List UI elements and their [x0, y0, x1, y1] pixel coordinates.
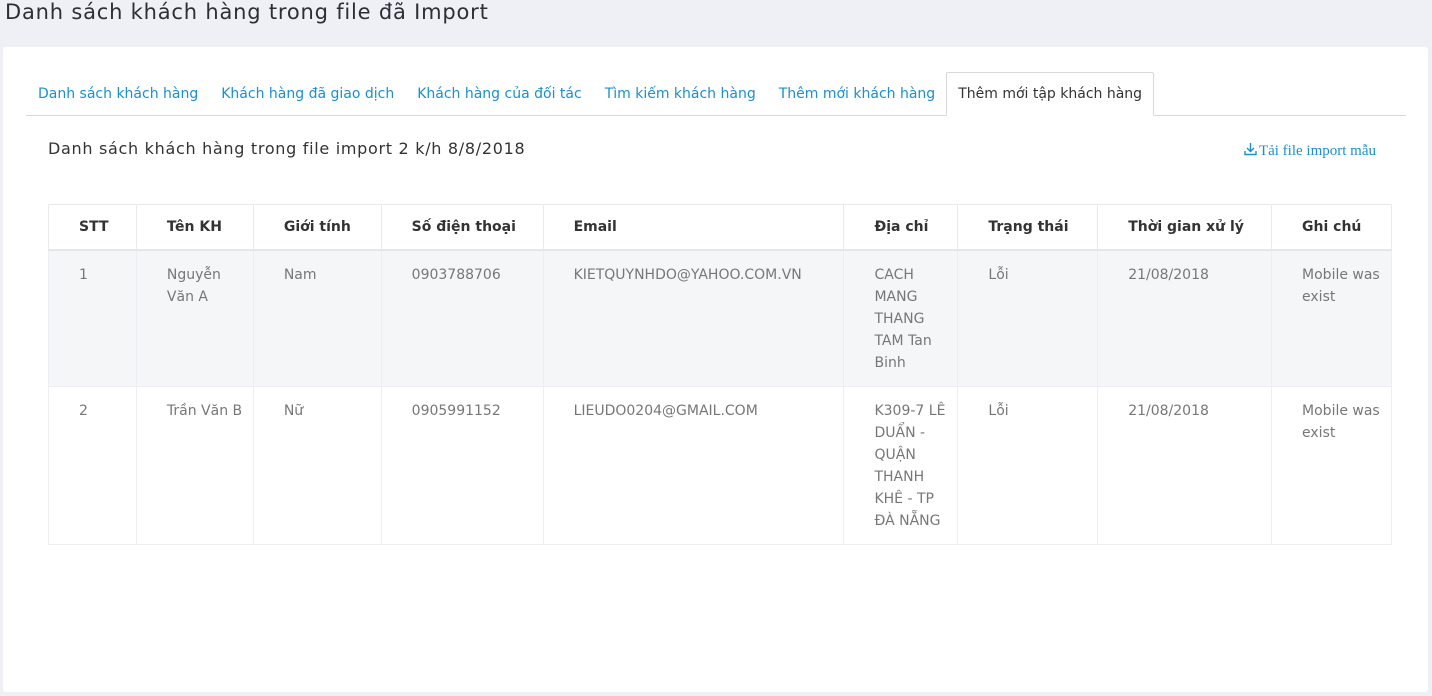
header-gender[interactable]: Giới tính — [252, 204, 382, 251]
main-card: Danh sách khách hàng Khách hàng đã giao … — [3, 47, 1428, 692]
header-address[interactable]: Địa chỉ — [843, 204, 959, 251]
tab-customer-list[interactable]: Danh sách khách hàng — [26, 85, 209, 115]
table-row[interactable]: 2 Trần Văn B Nữ 0905991152 LIEUDO0204@GM… — [48, 386, 1392, 545]
cell-note: Mobile was exist — [1271, 386, 1392, 545]
cell-address: CACH MANG THANG TAM Tan Binh — [843, 249, 959, 387]
cell-gender: Nữ — [252, 386, 382, 545]
header-stt[interactable]: STT — [48, 204, 137, 251]
cell-processed-at: 21/08/2018 — [1097, 386, 1273, 545]
cell-email: LIEUDO0204@GMAIL.COM — [542, 386, 845, 545]
cell-address: K309-7 LÊ DUẨN - QUẬN THANH KHÊ - TP ĐÀ … — [843, 386, 959, 545]
tab-bar: Danh sách khách hàng Khách hàng đã giao … — [26, 70, 1406, 116]
header-note[interactable]: Ghi chú — [1271, 204, 1392, 251]
import-table: STT Tên KH Giới tính Số điện thoại Email… — [48, 204, 1392, 545]
cell-status: Lỗi — [957, 386, 1099, 545]
download-template-link[interactable]: Tải file import mẫu — [1244, 142, 1376, 161]
table-row[interactable]: 1 Nguyễn Văn A Nam 0903788706 KIETQUYNHD… — [48, 249, 1392, 387]
import-subtitle: Danh sách khách hàng trong file import 2… — [48, 139, 526, 158]
cell-gender: Nam — [252, 249, 382, 387]
cell-stt: 1 — [48, 249, 137, 387]
cell-phone: 0905991152 — [380, 386, 544, 545]
header-status[interactable]: Trạng thái — [957, 204, 1099, 251]
header-name[interactable]: Tên KH — [135, 204, 254, 251]
cell-stt: 2 — [48, 386, 137, 545]
header-processed-at[interactable]: Thời gian xử lý — [1097, 204, 1273, 251]
cell-status: Lỗi — [957, 249, 1099, 387]
cell-note: Mobile was exist — [1271, 249, 1392, 387]
page-title: Danh sách khách hàng trong file đã Impor… — [5, 0, 489, 24]
tab-partner-customers[interactable]: Khách hàng của đối tác — [405, 85, 592, 115]
header-phone[interactable]: Số điện thoại — [380, 204, 544, 251]
cell-name: Trần Văn B — [135, 386, 254, 545]
cell-email: KIETQUYNHDO@YAHOO.COM.VN — [542, 249, 845, 387]
table-header-row: STT Tên KH Giới tính Số điện thoại Email… — [48, 204, 1392, 251]
download-template-label: Tải file import mẫu — [1258, 143, 1376, 159]
cell-phone: 0903788706 — [380, 249, 544, 387]
cell-name: Nguyễn Văn A — [135, 249, 254, 387]
tab-add-customer[interactable]: Thêm mới khách hàng — [767, 85, 946, 115]
tab-add-customer-set[interactable]: Thêm mới tập khách hàng — [946, 72, 1155, 116]
download-icon — [1244, 142, 1259, 161]
header-email[interactable]: Email — [542, 204, 845, 251]
tab-transacted-customers[interactable]: Khách hàng đã giao dịch — [209, 85, 405, 115]
tab-search-customers[interactable]: Tìm kiếm khách hàng — [593, 85, 767, 115]
cell-processed-at: 21/08/2018 — [1097, 249, 1273, 387]
